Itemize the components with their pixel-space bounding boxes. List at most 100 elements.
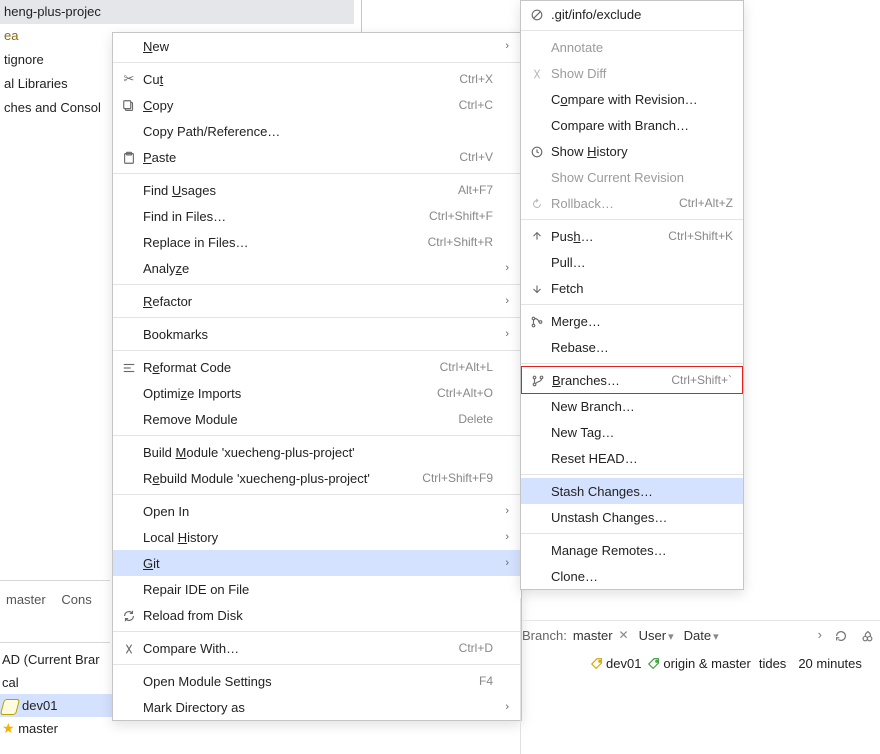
menu-compare-with[interactable]: Compare With… Ctrl+D	[113, 635, 521, 661]
branch-dev01[interactable]: dev01	[0, 694, 112, 717]
menu-rebuild-module[interactable]: Rebuild Module 'xuecheng-plus-project' C…	[113, 465, 521, 491]
menu-separator	[521, 363, 743, 364]
scissors-icon: ✂	[119, 71, 139, 87]
rollback-icon	[527, 195, 547, 211]
submenu-arrow-icon: ›	[499, 262, 509, 274]
git-show-history[interactable]: Show History	[521, 138, 743, 164]
git-unstash-changes[interactable]: Unstash Changes…	[521, 504, 743, 530]
git-new-branch[interactable]: New Branch…	[521, 393, 743, 419]
user-filter[interactable]: User▾	[639, 628, 684, 643]
merge-icon	[527, 313, 547, 329]
menu-separator	[113, 494, 521, 495]
cherry-pick-icon[interactable]	[860, 627, 874, 643]
git-merge[interactable]: Merge…	[521, 308, 743, 334]
divider	[361, 0, 362, 32]
submenu-arrow-icon: ›	[499, 505, 509, 517]
git-compare-revision[interactable]: Compare with Revision…	[521, 86, 743, 112]
log-tag-origin-master: origin & master	[663, 656, 750, 671]
diff-icon	[119, 640, 139, 656]
menu-paste[interactable]: Paste Ctrl+V	[113, 144, 521, 170]
menu-new[interactable]: New ›	[113, 33, 521, 59]
git-log-filter-bar: Branch: master ✕ User▾ Date▾ ›	[522, 620, 880, 649]
git-rebase[interactable]: Rebase…	[521, 334, 743, 360]
reload-icon	[119, 607, 139, 623]
menu-separator	[113, 350, 521, 351]
menu-separator	[521, 304, 743, 305]
tag-icon	[590, 655, 604, 671]
menu-reformat-code[interactable]: Reformat Code Ctrl+Alt+L	[113, 354, 521, 380]
menu-reload-from-disk[interactable]: Reload from Disk	[113, 602, 521, 628]
menu-local-history[interactable]: Local History ›	[113, 524, 521, 550]
date-filter[interactable]: Date▾	[684, 628, 729, 643]
menu-separator	[521, 219, 743, 220]
git-push[interactable]: Push… Ctrl+Shift+K	[521, 223, 743, 249]
menu-refactor[interactable]: Refactor ›	[113, 288, 521, 314]
git-reset-head[interactable]: Reset HEAD…	[521, 445, 743, 471]
menu-separator	[113, 62, 521, 63]
diff-icon	[527, 65, 547, 81]
menu-bookmarks[interactable]: Bookmarks ›	[113, 321, 521, 347]
git-new-tag[interactable]: New Tag…	[521, 419, 743, 445]
branch-list: AD (Current Brar cal dev01 ★ master	[0, 648, 112, 740]
branch-master[interactable]: ★ master	[0, 717, 112, 740]
tag-icon	[647, 655, 661, 671]
submenu-arrow-icon: ›	[499, 40, 509, 52]
menu-build-module[interactable]: Build Module 'xuecheng-plus-project'	[113, 439, 521, 465]
reformat-icon	[119, 359, 139, 375]
menu-analyze[interactable]: Analyze ›	[113, 255, 521, 281]
refresh-icon[interactable]	[834, 627, 848, 643]
git-annotate: Annotate	[521, 34, 743, 60]
git-pull[interactable]: Pull…	[521, 249, 743, 275]
git-clone[interactable]: Clone…	[521, 563, 743, 589]
divider	[0, 642, 110, 643]
push-icon	[527, 228, 547, 244]
git-fetch[interactable]: Fetch	[521, 275, 743, 301]
submenu-arrow-icon: ›	[499, 531, 509, 543]
copy-icon	[119, 97, 139, 113]
menu-cut[interactable]: ✂ Cut Ctrl+X	[113, 66, 521, 92]
menu-find-usages[interactable]: Find Usages Alt+F7	[113, 177, 521, 203]
menu-open-module-settings[interactable]: Open Module Settings F4	[113, 668, 521, 694]
menu-separator	[113, 631, 521, 632]
git-compare-branch[interactable]: Compare with Branch…	[521, 112, 743, 138]
menu-separator	[521, 533, 743, 534]
submenu-arrow-icon: ›	[499, 295, 509, 307]
branch-filter-value[interactable]: master	[573, 628, 613, 643]
menu-separator	[113, 435, 521, 436]
menu-separator	[521, 474, 743, 475]
git-log-row[interactable]: dev01 origin & master tides 20 minutes	[590, 652, 880, 674]
menu-find-in-files[interactable]: Find in Files… Ctrl+Shift+F	[113, 203, 521, 229]
next-icon[interactable]: ›	[818, 627, 822, 643]
tree-node-project[interactable]: heng-plus-projec	[0, 0, 354, 24]
menu-mark-directory-as[interactable]: Mark Directory as ›	[113, 694, 521, 720]
tab-master[interactable]: master	[0, 590, 52, 609]
menu-copy[interactable]: Copy Ctrl+C	[113, 92, 521, 118]
circle-slash-icon	[527, 6, 547, 22]
git-stash-changes[interactable]: Stash Changes…	[521, 478, 743, 504]
menu-copy-path[interactable]: Copy Path/Reference…	[113, 118, 521, 144]
git-exclude[interactable]: .git/info/exclude	[521, 1, 743, 27]
menu-repair-ide[interactable]: Repair IDE on File	[113, 576, 521, 602]
git-rollback: Rollback… Ctrl+Alt+Z	[521, 190, 743, 216]
branch-head-current[interactable]: AD (Current Brar	[0, 648, 112, 671]
git-branches[interactable]: Branches… Ctrl+Shift+`	[521, 366, 743, 394]
branch-filter-label: Branch:	[522, 628, 567, 643]
menu-remove-module[interactable]: Remove Module Delete	[113, 406, 521, 432]
menu-git[interactable]: Git ›	[113, 550, 521, 576]
project-context-menu: New › ✂ Cut Ctrl+X Copy Ctrl+C Copy Path…	[112, 32, 522, 721]
divider	[520, 598, 521, 754]
menu-separator	[113, 284, 521, 285]
submenu-arrow-icon: ›	[499, 701, 509, 713]
menu-optimize-imports[interactable]: Optimize Imports Ctrl+Alt+O	[113, 380, 521, 406]
clear-branch-filter-icon[interactable]: ✕	[619, 628, 629, 642]
menu-separator	[113, 173, 521, 174]
branch-local-group[interactable]: cal	[0, 671, 112, 694]
tab-console[interactable]: Cons	[55, 590, 97, 609]
branch-icon	[528, 372, 548, 388]
menu-open-in[interactable]: Open In ›	[113, 498, 521, 524]
menu-replace-in-files[interactable]: Replace in Files… Ctrl+Shift+R	[113, 229, 521, 255]
log-commit-age: 20 minutes	[798, 656, 862, 671]
git-manage-remotes[interactable]: Manage Remotes…	[521, 537, 743, 563]
submenu-arrow-icon: ›	[499, 557, 509, 569]
divider	[0, 580, 110, 581]
